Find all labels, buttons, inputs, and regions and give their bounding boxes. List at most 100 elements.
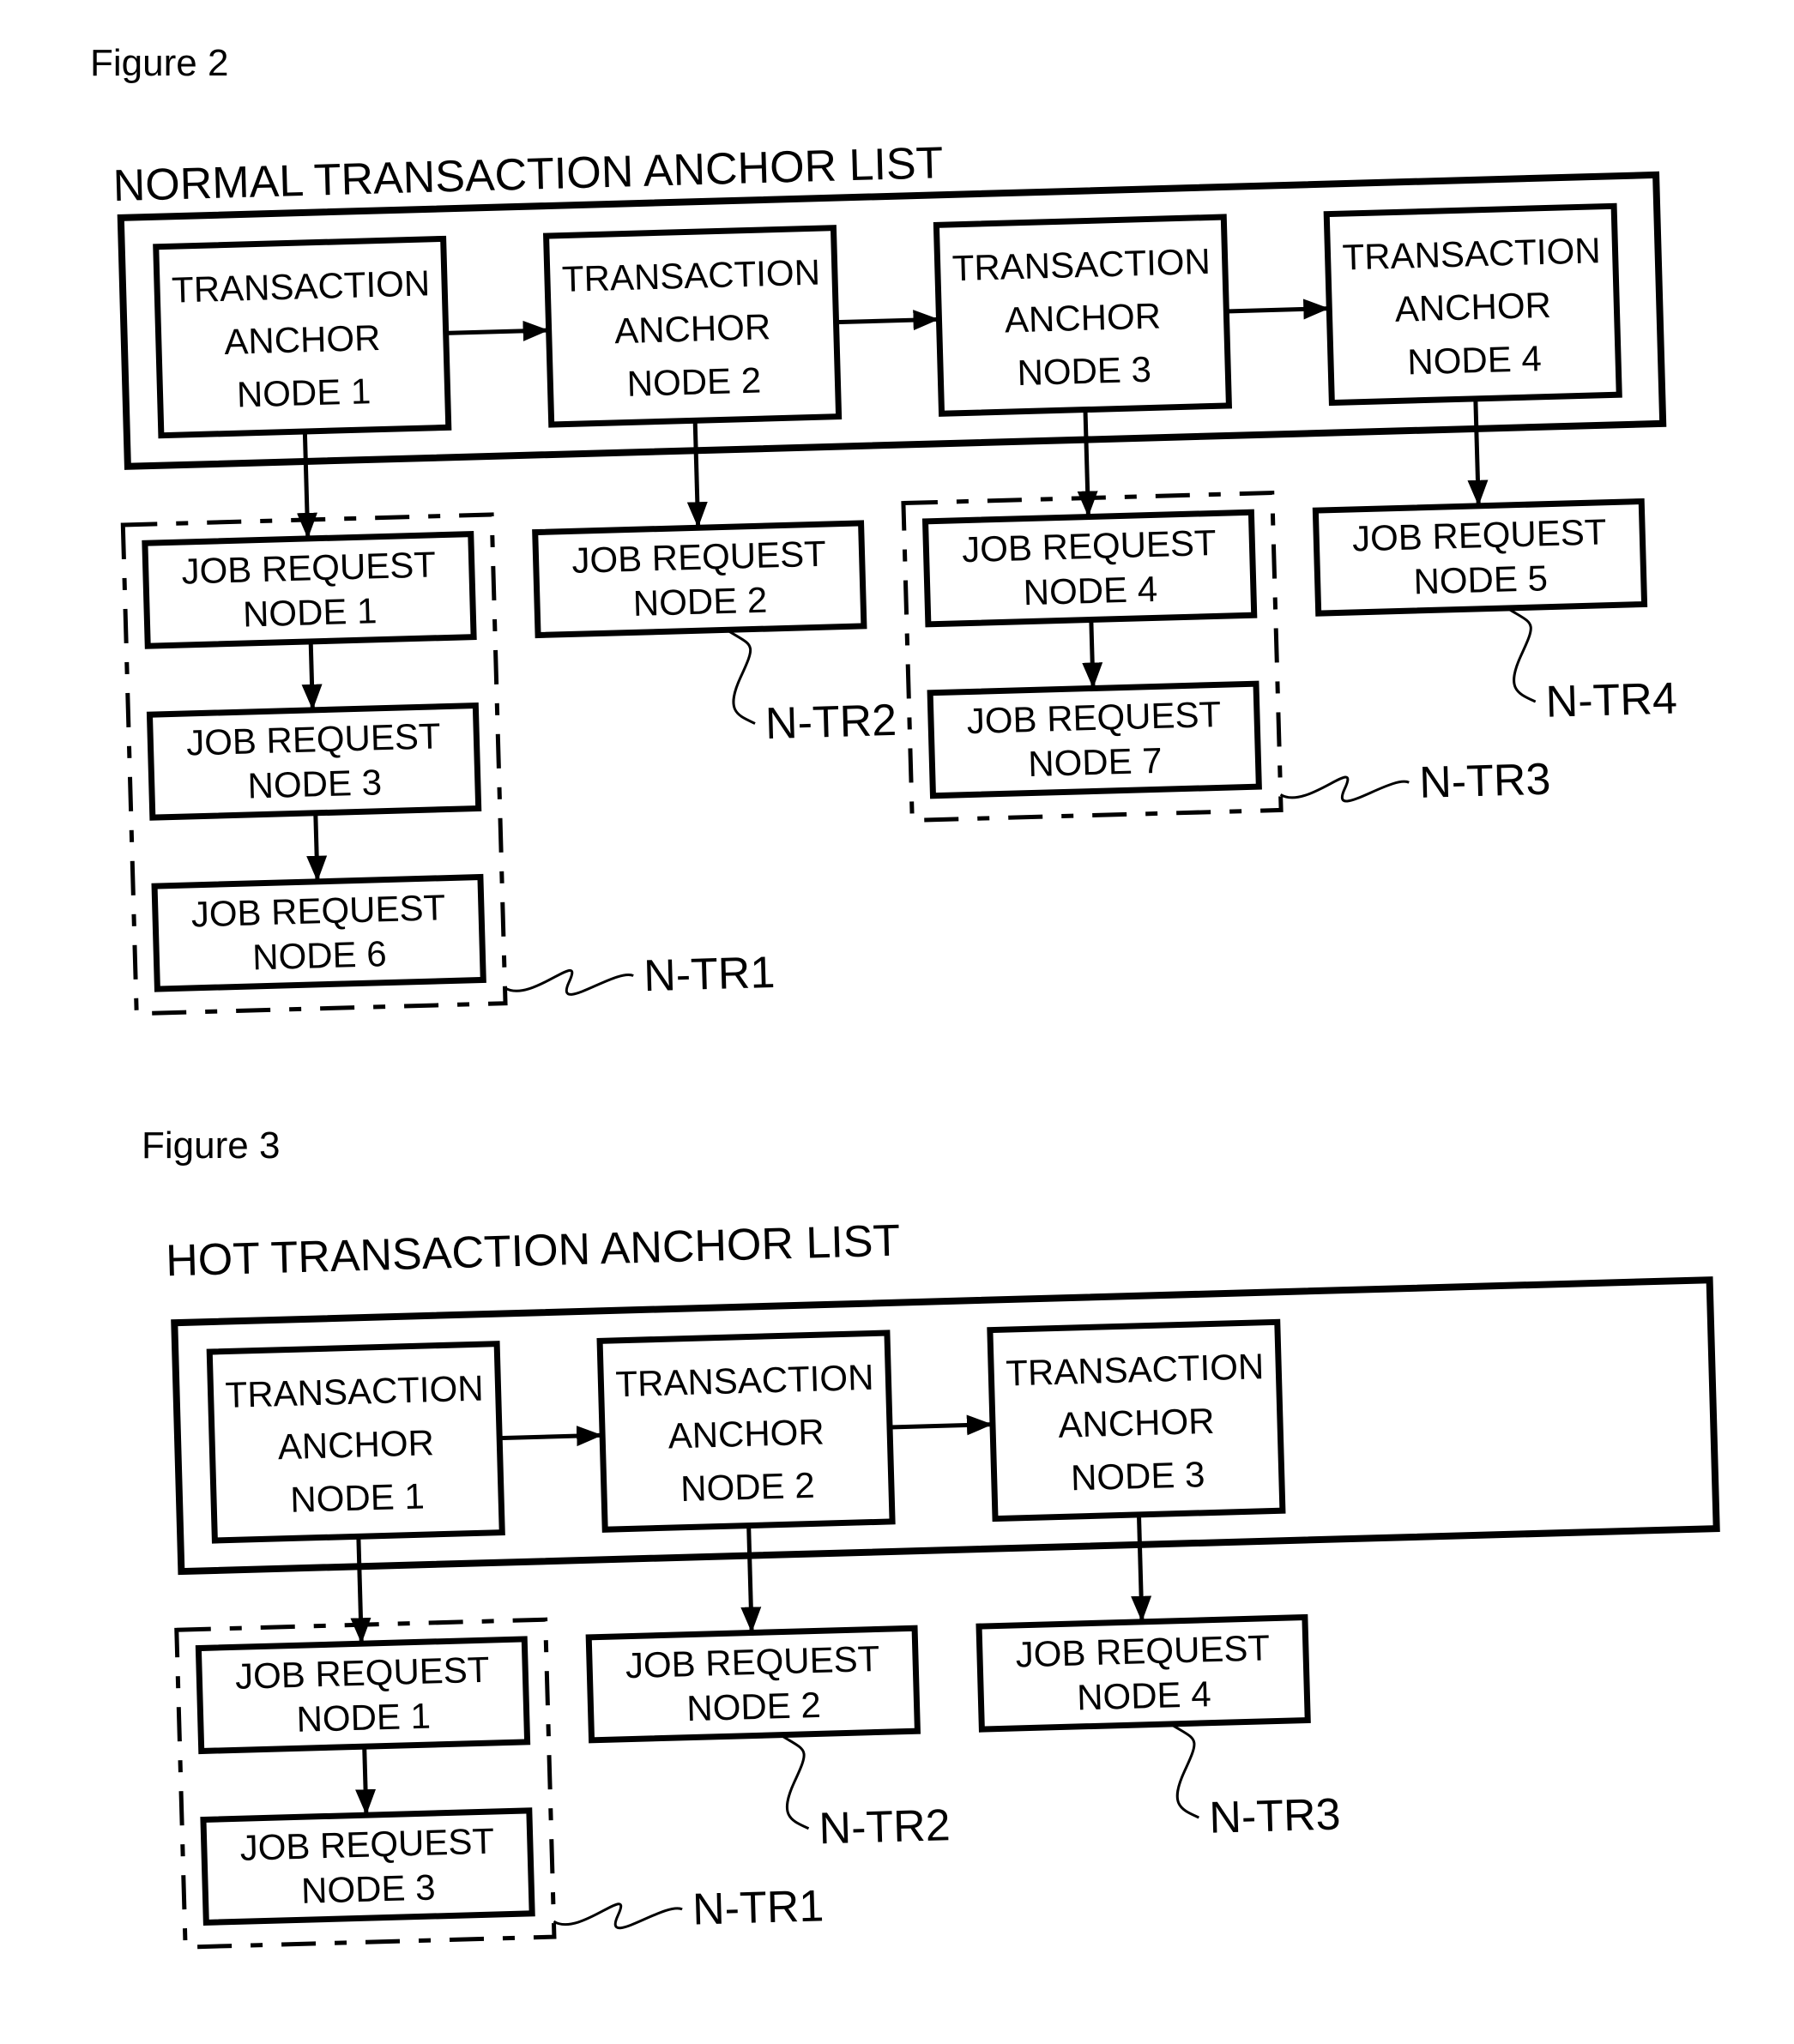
node-label-line: NODE 4 — [1077, 1673, 1212, 1717]
anchor-link-arrow — [445, 320, 549, 341]
node-label-line: NODE 7 — [1028, 740, 1163, 784]
node-label-line: JOB REQUEST — [962, 522, 1217, 570]
node-label-line: JOB REQUEST — [234, 1649, 490, 1697]
node-label-line: NODE 1 — [242, 590, 378, 634]
diagram-canvas: Figure 2 NORMAL TRANSACTION ANCHOR LIST … — [90, 42, 1720, 1950]
node-label-line: NODE 3 — [247, 762, 383, 805]
node-label-line: TRANSACTION — [1006, 1346, 1265, 1393]
node-label-line: NODE 1 — [296, 1696, 432, 1740]
anchor-link-arrow — [836, 310, 939, 331]
anchor-link-arrow — [1226, 298, 1330, 320]
anchor-to-job-arrow — [296, 431, 317, 540]
job-link-arrow — [355, 1746, 377, 1816]
job-request-node: JOB REQUESTNODE 3 — [146, 702, 482, 821]
node-label-line: NODE 4 — [1407, 338, 1543, 382]
transaction-reference-label: N-TR4 — [1545, 673, 1678, 727]
reference-leader-line — [504, 968, 634, 996]
node-label-line: ANCHOR — [667, 1411, 825, 1456]
transaction-anchor-node: TRANSACTION ANCHOR NODE 1 — [206, 1341, 505, 1544]
node-label-line: NODE 3 — [1070, 1454, 1205, 1498]
node-label-line: TRANSACTION — [615, 1357, 874, 1404]
anchor-to-job-arrow — [1467, 398, 1489, 506]
node-label-line: ANCHOR — [1058, 1401, 1215, 1445]
anchor-to-job-arrow — [740, 1525, 762, 1633]
node-label-line: ANCHOR — [614, 306, 771, 351]
job-request-node: JOB REQUESTNODE 5 — [1312, 497, 1648, 617]
node-label-line: ANCHOR — [277, 1422, 434, 1467]
anchor-link-arrow — [499, 1426, 603, 1447]
anchor-to-job-arrow — [1077, 409, 1098, 517]
reference-leader-line — [1506, 606, 1537, 703]
job-request-chain: JOB REQUESTNODE 2 N-TR2 — [532, 420, 897, 749]
anchor-to-job-arrow — [686, 420, 708, 528]
job-link-arrow — [301, 641, 323, 710]
node-label-line: NODE 1 — [236, 371, 371, 414]
node-label-line: TRANSACTION — [561, 252, 820, 299]
node-label-line: JOB REQUEST — [966, 694, 1222, 741]
transaction-anchor-node: TRANSACTION ANCHOR NODE 4 — [1323, 202, 1622, 407]
job-request-node: JOB REQUESTNODE 4 — [921, 509, 1258, 628]
anchor-to-job-arrow — [1131, 1514, 1152, 1622]
node-label-line: NODE 3 — [1017, 349, 1152, 393]
node-label-line: NODE 4 — [1023, 569, 1158, 612]
job-request-node: JOB REQUESTNODE 3 — [200, 1807, 535, 1926]
job-request-node: JOB REQUESTNODE 1 — [142, 531, 477, 649]
node-label-line: NODE 2 — [626, 360, 762, 404]
transaction-reference-label: N-TR3 — [1418, 755, 1551, 808]
transaction-reference-label: N-TR3 — [1209, 1789, 1342, 1842]
reference-leader-line — [779, 1733, 810, 1830]
figure-label: Figure 2 — [90, 42, 228, 84]
transaction-anchor-node: TRANSACTION ANCHOR NODE 2 — [596, 1330, 896, 1533]
job-request-node: JOB REQUESTNODE 2 — [532, 520, 867, 639]
job-request-node: JOB REQUESTNODE 6 — [151, 873, 486, 992]
transaction-reference-label: N-TR2 — [764, 696, 897, 749]
figure-label: Figure 3 — [142, 1125, 280, 1167]
reference-leader-line — [1169, 1722, 1199, 1819]
transaction-anchor-node: TRANSACTION ANCHOR NODE 3 — [987, 1318, 1286, 1522]
transaction-anchor-node: TRANSACTION ANCHOR NODE 2 — [542, 225, 843, 428]
node-label-line: JOB REQUEST — [571, 534, 827, 581]
node-label-line: ANCHOR — [224, 317, 381, 362]
node-label-line: NODE 2 — [680, 1465, 816, 1509]
reference-leader-line — [726, 629, 756, 725]
node-label-line: NODE 6 — [252, 933, 388, 977]
job-link-arrow — [306, 812, 328, 882]
list-title: HOT TRANSACTION ANCHOR LIST — [165, 1216, 900, 1287]
node-label-line: NODE 2 — [632, 580, 768, 624]
node-label-line: TRANSACTION — [225, 1368, 484, 1415]
node-label-line: NODE 1 — [290, 1475, 426, 1519]
anchor-link-arrow — [889, 1414, 994, 1436]
node-label-line: ANCHOR — [1394, 285, 1551, 329]
node-label-line: NODE 2 — [686, 1685, 822, 1728]
anchor-to-job-arrow — [350, 1536, 371, 1644]
job-request-node: JOB REQUESTNODE 2 — [585, 1625, 921, 1744]
node-label-line: JOB REQUEST — [625, 1638, 880, 1685]
job-request-chain: JOB REQUESTNODE 5 N-TR4 — [1312, 398, 1678, 727]
node-label-line: JOB REQUEST — [181, 544, 437, 591]
node-label-line: NODE 5 — [1413, 558, 1549, 601]
job-request-chain: JOB REQUESTNODE 4 N-TR3 — [976, 1514, 1342, 1843]
figure-2: Figure 2 NORMAL TRANSACTION ANCHOR LIST … — [90, 42, 1678, 1016]
node-label-line: TRANSACTION — [1342, 230, 1601, 277]
job-request-chain: JOB REQUESTNODE 2 N-TR2 — [585, 1525, 951, 1854]
node-label-line: JOB REQUEST — [1351, 511, 1607, 558]
node-label-line: JOB REQUEST — [1015, 1627, 1271, 1674]
job-request-node: JOB REQUESTNODE 1 — [195, 1636, 531, 1755]
transaction-anchor-node: TRANSACTION ANCHOR NODE 1 — [153, 235, 452, 439]
transaction-anchor-node: TRANSACTION ANCHOR NODE 3 — [933, 214, 1233, 417]
node-label-line: JOB REQUEST — [239, 1821, 495, 1868]
transaction-reference-label: N-TR1 — [643, 948, 776, 1001]
job-request-chain: JOB REQUESTNODE 1JOB REQUESTNODE 3JOB RE… — [120, 431, 776, 1016]
figure-3: Figure 3 HOT TRANSACTION ANCHOR LIST TRA… — [142, 1125, 1720, 1950]
node-label-line: ANCHOR — [1004, 295, 1161, 340]
node-label-line: JOB REQUEST — [186, 715, 442, 763]
job-request-node: JOB REQUESTNODE 4 — [976, 1613, 1311, 1733]
node-label-line: TRANSACTION — [172, 262, 431, 310]
job-link-arrow — [1082, 619, 1103, 689]
node-label-line: JOB REQUEST — [190, 887, 446, 934]
reference-leader-line — [553, 1902, 683, 1930]
job-request-node: JOB REQUESTNODE 7 — [927, 680, 1262, 799]
transaction-reference-label: N-TR2 — [818, 1800, 951, 1854]
reference-leader-line — [1279, 775, 1410, 803]
transaction-reference-label: N-TR1 — [692, 1881, 825, 1934]
